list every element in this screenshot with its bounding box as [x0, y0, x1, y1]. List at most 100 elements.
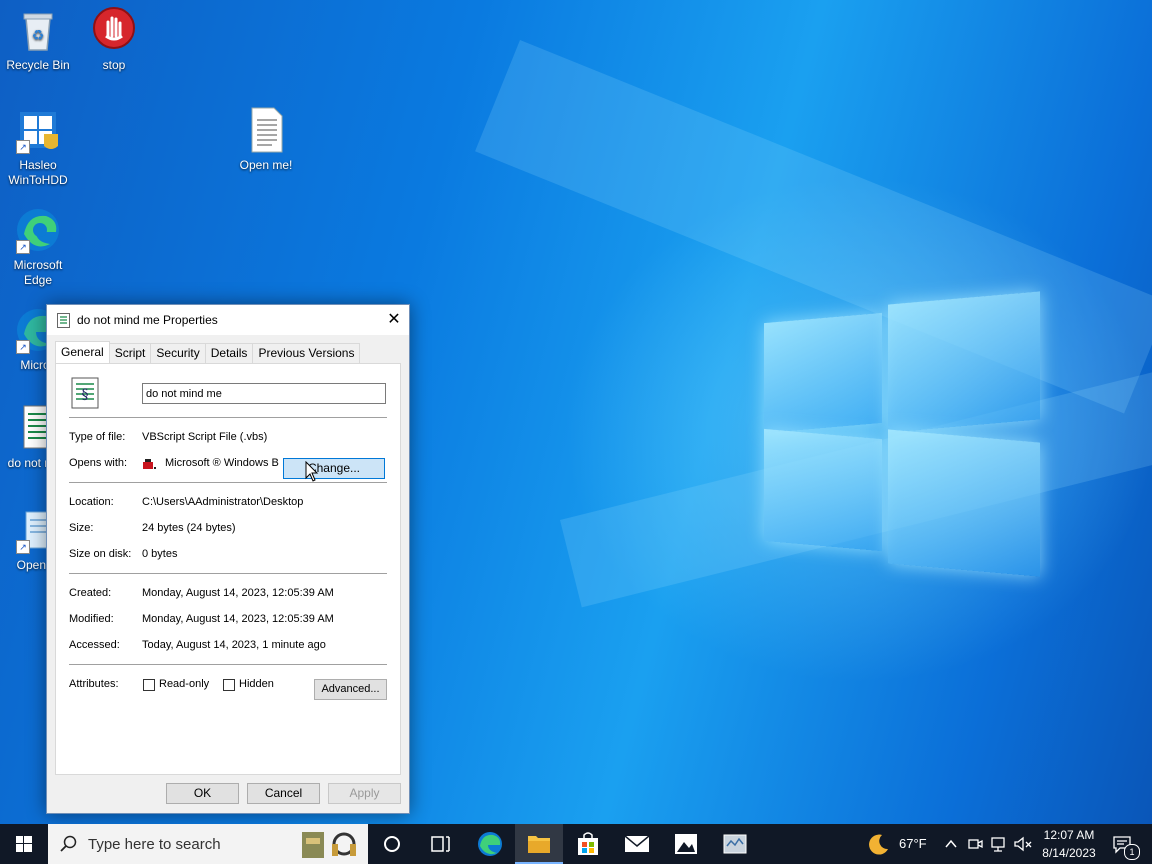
separator: [69, 573, 387, 574]
windows-script-host-icon: [143, 459, 156, 469]
task-view-button[interactable]: [416, 824, 464, 864]
created-value: Monday, August 14, 2023, 12:05:39 AM: [142, 587, 334, 599]
close-button[interactable]: ✕: [379, 305, 409, 335]
separator: [69, 482, 387, 483]
desktop-icon-label: Microsoft Edge: [13, 258, 63, 287]
network-icon[interactable]: [990, 835, 1008, 853]
shortcut-arrow-icon: ↗: [16, 540, 30, 554]
close-icon: ✕: [387, 311, 401, 328]
windows-logo-wallpaper: [762, 288, 1044, 578]
svg-text:♻: ♻: [32, 28, 45, 44]
taskbar-mail-button[interactable]: [613, 824, 661, 864]
desktop-icon-hasleo[interactable]: ↗ Hasleo WinToHDD: [0, 106, 76, 188]
desktop-icon-label: Hasleo WinToHDD: [8, 158, 68, 187]
created-label: Created:: [69, 587, 112, 599]
clock-time[interactable]: 12:07 AM: [1043, 828, 1095, 842]
change-button[interactable]: Change...: [283, 458, 385, 479]
mail-icon: [624, 835, 650, 852]
size-on-disk-label: Size on disk:: [69, 548, 132, 560]
properties-dialog: do not mind me Properties ✕ General Scri…: [46, 304, 410, 814]
weather-temperature[interactable]: 67°F: [899, 836, 927, 851]
logo-pane: [764, 312, 882, 434]
type-of-file-label: Type of file:: [69, 431, 126, 443]
shortcut-arrow-icon: ↗: [16, 140, 30, 154]
accessed-label: Accessed:: [69, 639, 120, 651]
tab-script[interactable]: Script: [108, 343, 152, 363]
desktop-icon-recycle-bin[interactable]: ♻ Recycle Bin: [0, 6, 76, 73]
logo-pane: [888, 291, 1040, 433]
modified-label: Modified:: [69, 613, 114, 625]
ok-button[interactable]: OK: [166, 783, 239, 804]
vbscript-file-icon: [57, 313, 70, 328]
search-icon: [60, 835, 77, 852]
tab-details[interactable]: Details: [204, 343, 254, 363]
type-of-file-value: VBScript Script File (.vbs): [142, 431, 268, 443]
general-tab-panel: § Type of file: VBScript Script File (.v…: [55, 363, 401, 775]
shortcut-arrow-icon: ↗: [16, 240, 30, 254]
read-only-label: Read-only: [159, 678, 210, 690]
cancel-button[interactable]: Cancel: [247, 783, 320, 804]
clock-date[interactable]: 8/14/2023: [1041, 846, 1097, 860]
dialog-title: do not mind me Properties: [77, 313, 218, 327]
weather-moon-icon[interactable]: [866, 833, 890, 855]
shortcut-arrow-icon: ↗: [16, 340, 30, 354]
tab-general[interactable]: General: [55, 341, 110, 363]
apply-button[interactable]: Apply: [328, 783, 401, 804]
edge-icon: [478, 832, 502, 856]
action-center-button[interactable]: 1: [1104, 824, 1148, 864]
location-label: Location:: [69, 496, 114, 508]
start-button[interactable]: [0, 824, 48, 864]
chevron-up-icon[interactable]: [944, 836, 958, 852]
cortana-icon: [384, 836, 400, 852]
app-window-icon: [723, 834, 747, 854]
task-view-icon: [431, 836, 450, 852]
separator: [69, 664, 387, 665]
photos-icon: [675, 834, 697, 854]
desktop-icon-label: Open me!: [239, 158, 293, 172]
text-file-icon: [242, 106, 290, 154]
recycle-bin-icon: ♻: [14, 6, 62, 54]
location-value: C:\Users\AAdministrator\Desktop: [142, 496, 304, 508]
title-bar[interactable]: do not mind me Properties ✕: [47, 305, 409, 335]
taskbar-store-button[interactable]: [564, 824, 612, 864]
file-name-input[interactable]: [142, 383, 386, 404]
tab-previous-versions[interactable]: Previous Versions: [252, 343, 361, 363]
search-box[interactable]: Type here to search: [48, 824, 368, 864]
size-label: Size:: [69, 522, 94, 534]
opens-with-label: Opens with:: [69, 457, 128, 469]
notification-count-badge: 1: [1124, 844, 1140, 860]
logo-pane: [764, 428, 882, 552]
desktop: ♻ Recycle Bin stop ↗ Hasleo WinToHDD Ope…: [0, 0, 1152, 824]
desktop-icon-edge[interactable]: ↗ Microsoft Edge: [0, 206, 76, 288]
store-icon: [578, 832, 598, 855]
hasleo-wintohdd-icon: ↗: [14, 106, 62, 154]
edge-icon: ↗: [14, 206, 62, 254]
folder-icon: [528, 836, 550, 853]
desktop-icon-open-me[interactable]: Open me!: [228, 106, 304, 173]
desktop-icon-stop[interactable]: stop: [76, 6, 152, 73]
taskbar-photos-button[interactable]: [662, 824, 710, 864]
accessed-value: Today, August 14, 2023, 1 minute ago: [142, 639, 326, 651]
windows-start-icon: [16, 836, 32, 852]
taskbar-file-explorer-button[interactable]: [515, 824, 563, 864]
mouse-cursor-icon: [305, 461, 319, 482]
logo-pane: [888, 429, 1040, 577]
hidden-label: Hidden: [239, 678, 274, 690]
advanced-button[interactable]: Advanced...: [314, 679, 387, 700]
svg-text:§: §: [82, 387, 89, 403]
size-on-disk-value: 0 bytes: [142, 548, 178, 560]
read-only-checkbox[interactable]: [143, 679, 155, 691]
search-placeholder: Type here to search: [88, 836, 221, 853]
tab-security[interactable]: Security: [150, 343, 206, 363]
desktop-icon-label: Recycle Bin: [6, 58, 70, 72]
meet-now-icon[interactable]: [966, 835, 984, 853]
volume-muted-icon[interactable]: [1013, 835, 1033, 853]
taskbar-app-button[interactable]: [711, 824, 759, 864]
taskbar-edge-button[interactable]: [466, 824, 514, 864]
cortana-button[interactable]: [368, 824, 416, 864]
search-highlight-icon: [302, 832, 356, 858]
vbscript-file-large-icon: §: [71, 377, 99, 409]
attributes-label: Attributes:: [69, 678, 119, 690]
hidden-checkbox[interactable]: [223, 679, 235, 691]
stop-hand-icon: [90, 6, 138, 54]
